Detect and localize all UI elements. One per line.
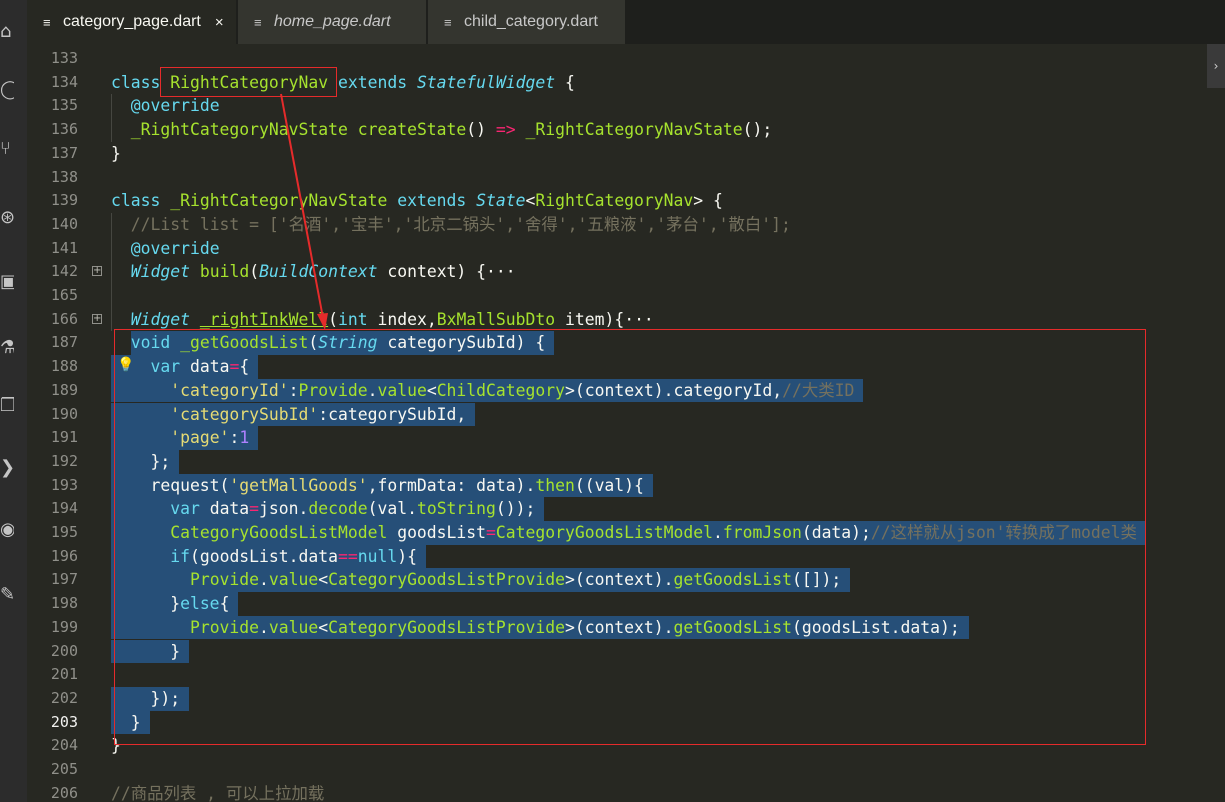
fold-expand-icon[interactable]: +	[92, 266, 102, 277]
code-line[interactable]: 135 @override	[27, 94, 1207, 118]
line-number: 134	[50, 72, 78, 91]
code-text: }	[111, 143, 121, 163]
line-number: 165	[50, 286, 78, 304]
line-number: 141	[50, 238, 78, 257]
line-number: 201	[50, 665, 78, 684]
copy-icon[interactable]: ❐	[0, 396, 14, 416]
code-line[interactable]: 206 //商品列表 , 可以上拉加载	[27, 782, 1207, 802]
file-icon: ≡	[444, 14, 452, 30]
code-line[interactable]: 141 @override	[27, 237, 1207, 261]
line-number: 190	[50, 404, 78, 423]
code-line[interactable]: 140 //List list = ['名酒','宝丰','北京二锅头','舍得…	[27, 213, 1207, 237]
line-number: 196	[50, 546, 78, 565]
code-line[interactable]: 136 _RightCategoryNavState createState()…	[27, 118, 1207, 142]
line-number: 166	[50, 309, 78, 328]
line-number: 140	[50, 214, 78, 233]
code-text: @override	[130, 96, 220, 116]
line-number: 205	[50, 760, 78, 778]
code-text: //商品列表 , 可以上拉加载	[111, 783, 325, 802]
settings-icon[interactable]: ◉	[0, 520, 14, 540]
line-number: 133	[50, 49, 78, 67]
code-line[interactable]: 139 class _RightCategoryNavState extends …	[27, 189, 1207, 213]
line-number: 189	[50, 380, 78, 399]
tab-home-page[interactable]: ≡ home_page.dart	[238, 0, 426, 44]
code-line[interactable]: 142 + Widget build(BuildContext context) …	[27, 260, 1207, 284]
code-line[interactable]: 138	[27, 166, 1207, 190]
scrollbar-arrow[interactable]: ›	[1207, 44, 1225, 88]
line-number: 204	[50, 736, 78, 755]
line-number: 195	[50, 523, 78, 541]
source-control-icon[interactable]: ⑂	[0, 139, 14, 159]
file-icon: ≡	[254, 14, 262, 30]
indent-guide	[111, 94, 112, 142]
line-number: 139	[50, 191, 78, 210]
run-icon[interactable]: ❯	[0, 458, 14, 478]
test-icon[interactable]: ⚗	[0, 338, 14, 358]
line-number: 188	[50, 357, 78, 376]
files-icon[interactable]: ⌂	[0, 22, 14, 42]
code-text: @override	[130, 238, 220, 258]
tab-label: child_category.dart	[464, 13, 598, 30]
line-number: 138	[50, 167, 78, 186]
code-text: Widget _rightInkWell(int index,BxMallSub…	[130, 309, 654, 329]
line-number: 135	[50, 96, 78, 115]
line-number: 200	[50, 641, 78, 660]
activity-bar: ⌂ ◯ ⑂ ⊛ ▣ ⚗ ❐ ❯ ◉ ✎	[0, 0, 27, 802]
code-line[interactable]: 205	[27, 758, 1207, 782]
annotation-box-class-name	[160, 67, 337, 97]
tab-bar: ≡ category_page.dart × ≡ home_page.dart …	[27, 0, 1225, 44]
annotation-box-method	[114, 329, 1146, 745]
line-number: 191	[50, 428, 78, 447]
code-text: class _RightCategoryNavState extends Sta…	[111, 191, 723, 211]
tab-category-page[interactable]: ≡ category_page.dart ×	[27, 0, 236, 44]
code-line[interactable]: 137}	[27, 142, 1207, 166]
line-number: 142	[50, 262, 78, 281]
line-number: 199	[50, 617, 78, 636]
line-number: 203	[50, 712, 78, 731]
code-text: //List list = ['名酒','宝丰','北京二锅头','舍得','五…	[130, 214, 791, 234]
indent-guide	[111, 212, 112, 332]
line-number: 136	[50, 120, 78, 139]
line-number: 137	[50, 143, 78, 162]
tab-label: home_page.dart	[274, 13, 391, 30]
search-icon[interactable]: ◯	[0, 80, 14, 100]
code-editor[interactable]: }133134class RightCategoryNav extends St…	[27, 44, 1207, 802]
tab-label: category_page.dart	[63, 13, 201, 30]
file-icon: ≡	[43, 14, 51, 30]
code-line[interactable]: 165	[27, 284, 1207, 308]
fold-expand-icon[interactable]: +	[92, 313, 102, 324]
line-number: 206	[50, 783, 78, 802]
line-number: 193	[50, 475, 78, 494]
line-number: 197	[50, 570, 78, 589]
close-icon[interactable]: ×	[215, 14, 224, 31]
tools-icon[interactable]: ✎	[0, 585, 14, 605]
extensions-icon[interactable]: ▣	[0, 272, 14, 292]
line-number: 187	[50, 333, 78, 352]
debug-icon[interactable]: ⊛	[0, 208, 14, 228]
line-number: 198	[50, 594, 78, 613]
line-number: 194	[50, 499, 78, 518]
line-number: 192	[50, 451, 78, 470]
code-text: Widget build(BuildContext context) {···	[130, 262, 516, 282]
tab-child-category[interactable]: ≡ child_category.dart	[428, 0, 625, 44]
line-number: 202	[50, 688, 78, 707]
code-text: _RightCategoryNavState createState() => …	[130, 120, 773, 140]
code-line[interactable]: 166 + Widget _rightInkWell(int index,BxMa…	[27, 308, 1207, 332]
